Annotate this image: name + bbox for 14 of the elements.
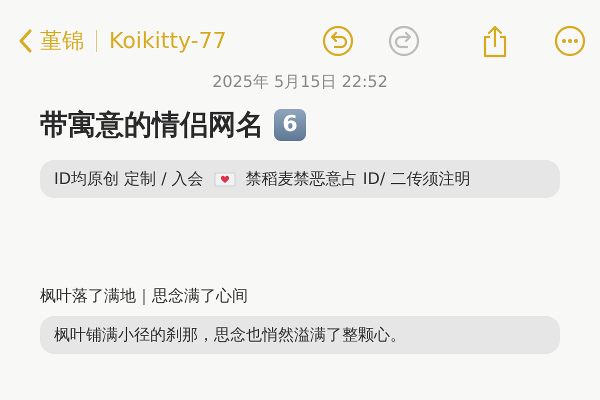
quote-text: 禁稻麦禁恶意占 ID/ 二传须注明 [246,168,470,190]
note-date: 2025年 5月15日 22:52 [211,71,389,93]
quote-text: 枫叶铺满小径的刹那，思念也悄然溢满了整颗心。 [54,324,406,346]
love-letter-icon [214,171,236,187]
back-icon [18,29,32,53]
more-button[interactable] [554,25,586,57]
quote-text: ID均原创 定制 / 入会 [54,168,204,190]
note-line: 枫叶落了满地｜思念满了心间 [40,285,249,307]
folder-link[interactable]: Koikitty-77 [109,24,227,58]
undo-button[interactable] [322,25,354,57]
share-button[interactable] [482,24,508,58]
number-keycap: 6 [274,109,306,141]
note-title: 带寓意的情侣网名 [40,107,264,143]
back-button[interactable]: 堇锦 [18,24,84,58]
